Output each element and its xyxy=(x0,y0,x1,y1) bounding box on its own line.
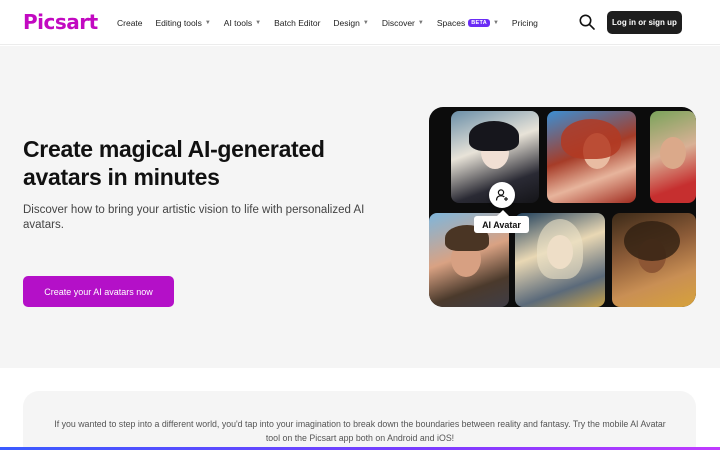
login-signup-button[interactable]: Log in or sign up xyxy=(607,11,682,34)
user-plus-icon xyxy=(489,182,515,208)
picsart-logo[interactable]: Picsart xyxy=(23,10,98,34)
nav-label: Design xyxy=(333,17,360,28)
ai-avatar-collage xyxy=(429,107,696,307)
nav-label: Editing tools xyxy=(155,17,202,28)
beta-badge: BETA xyxy=(468,18,490,27)
hero-subtitle: Discover how to bring your artistic visi… xyxy=(23,204,365,231)
nav-item-design[interactable]: Design ▼ xyxy=(333,18,368,28)
nav-label: Pricing xyxy=(511,17,538,28)
nav-label: Spaces xyxy=(436,17,466,28)
nav-item-spaces[interactable]: Spaces BETA ▼ xyxy=(437,18,499,28)
hero-title: Create magical AI-generated avatars in m… xyxy=(23,136,325,190)
chevron-down-icon: ▼ xyxy=(204,19,211,26)
nav-label: Discover xyxy=(381,17,415,28)
nav-item-pricing[interactable]: Pricing xyxy=(512,18,538,28)
chevron-down-icon: ▼ xyxy=(255,19,262,26)
ai-avatar-badge: AI Avatar xyxy=(474,216,529,233)
nav-item-batch-editor[interactable]: Batch Editor xyxy=(274,18,320,28)
chevron-down-icon: ▼ xyxy=(362,19,369,26)
create-ai-avatars-button[interactable]: Create your AI avatars now xyxy=(23,276,174,307)
nav-item-discover[interactable]: Discover ▼ xyxy=(382,18,424,28)
avatar-tile-curly-hair-woman xyxy=(612,213,696,307)
search-icon[interactable] xyxy=(578,13,596,31)
avatar-tile-smiling-woman xyxy=(650,111,696,203)
nav-item-editing-tools[interactable]: Editing tools ▼ xyxy=(156,18,211,28)
nav-label: Batch Editor xyxy=(274,17,321,28)
chevron-down-icon: ▼ xyxy=(492,19,499,26)
intro-text: If you wanted to step into a different w… xyxy=(54,419,666,443)
avatar-tile-red-hair-woman xyxy=(547,111,636,203)
nav-item-ai-tools[interactable]: AI tools ▼ xyxy=(224,18,261,28)
main-nav: Create Editing tools ▼ AI tools ▼ Batch Ed… xyxy=(117,0,551,45)
chevron-down-icon: ▼ xyxy=(417,19,424,26)
nav-label: AI tools xyxy=(223,17,253,28)
nav-item-create[interactable]: Create xyxy=(117,18,143,28)
top-navigation-bar: Picsart Create Editing tools ▼ AI tools ▼ … xyxy=(0,0,720,45)
nav-label: Create xyxy=(117,17,143,28)
